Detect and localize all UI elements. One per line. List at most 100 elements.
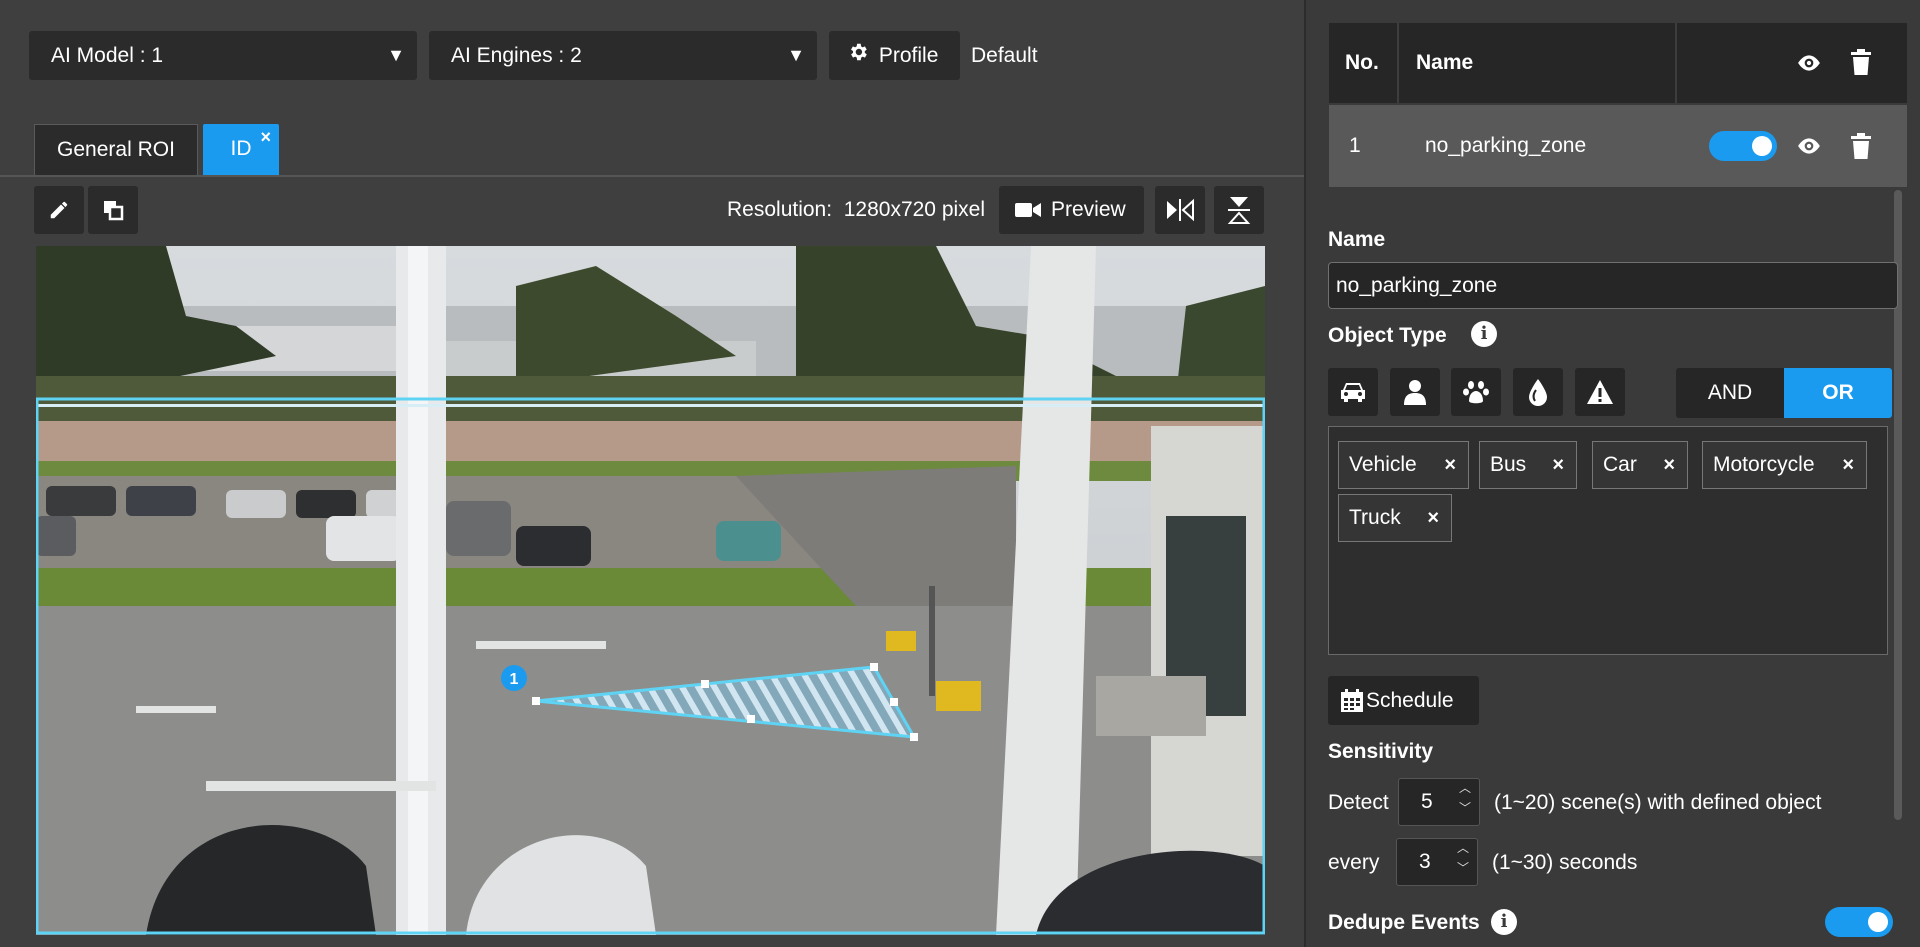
every-stepper[interactable]: 3 ︿ ﹀ [1396, 838, 1478, 886]
tab-id-label: ID [230, 137, 252, 160]
chevron-down-icon[interactable]: ﹀ [1457, 845, 1469, 891]
logic-or-label: OR [1822, 381, 1854, 404]
object-person-button[interactable] [1390, 368, 1440, 416]
row-no: 1 [1349, 134, 1361, 157]
detect-value: 5 [1421, 790, 1433, 813]
roi-table-header: No. Name [1329, 23, 1907, 103]
flip-vertical-icon [1227, 197, 1251, 224]
roi-vertex-handle[interactable] [532, 697, 540, 705]
sensitivity-label: Sensitivity [1328, 740, 1434, 763]
close-icon[interactable]: × [260, 113, 271, 162]
roi-midpoint-handle[interactable] [747, 715, 755, 723]
flip-vertical-button[interactable] [1214, 186, 1264, 234]
roi-vertex-handle[interactable] [910, 733, 918, 741]
roi-name-input[interactable] [1328, 262, 1898, 309]
vehicle-icon [1341, 383, 1365, 402]
logic-or-button[interactable]: OR [1784, 368, 1892, 418]
warning-icon [1587, 380, 1613, 404]
remove-chip-icon[interactable]: × [1842, 442, 1854, 488]
draw-pencil-button[interactable] [34, 186, 84, 234]
chip-label: Motorcycle [1713, 453, 1815, 476]
remove-chip-icon[interactable]: × [1552, 442, 1564, 488]
every-value: 3 [1419, 850, 1431, 873]
preview-button[interactable]: Preview [999, 186, 1144, 234]
column-divider [1675, 23, 1677, 103]
eye-icon[interactable] [1796, 133, 1822, 164]
chip-label: Vehicle [1349, 453, 1417, 476]
dedupe-events-toggle[interactable] [1825, 907, 1893, 937]
logic-and-button[interactable]: AND [1676, 368, 1784, 418]
profile-value: Default [971, 44, 1038, 67]
chip-label: Car [1603, 453, 1637, 476]
roi-settings-panel: No. Name 1 no_parking_zone Name no_parki… [1304, 0, 1920, 947]
camera-view[interactable]: 1 [36, 246, 1265, 935]
chip-label: Bus [1490, 453, 1527, 476]
copy-icon [104, 201, 124, 221]
col-name-header: Name [1416, 51, 1474, 74]
roi-overlay[interactable]: 1 [36, 246, 1265, 935]
roi-midpoint-handle[interactable] [890, 698, 898, 706]
object-liquid-button[interactable] [1513, 368, 1563, 416]
tab-general-roi-label: General ROI [57, 138, 175, 161]
schedule-button[interactable]: Schedule [1328, 676, 1479, 725]
id-roi-polygon[interactable] [535, 665, 917, 739]
copy-roi-button[interactable] [88, 186, 138, 234]
resolution-value: 1280x720 pixel [843, 198, 986, 221]
liquid-icon [1529, 379, 1547, 406]
detect-stepper[interactable]: 5 ︿ ﹀ [1398, 778, 1480, 826]
ai-model-dropdown[interactable]: AI Model : 1 ▼ [29, 31, 417, 80]
chip-motorcycle: Motorcycle × [1702, 441, 1867, 489]
delete-all-trash-icon[interactable] [1849, 48, 1873, 81]
row-enable-toggle[interactable] [1709, 131, 1777, 161]
animal-icon [1463, 381, 1489, 404]
object-warning-button[interactable] [1575, 368, 1625, 416]
object-type-label: Object Type [1328, 324, 1447, 347]
caret-down-icon: ▼ [387, 45, 405, 65]
flip-horizontal-icon [1167, 198, 1194, 222]
schedule-label: Schedule [1366, 689, 1454, 712]
trash-icon[interactable] [1849, 132, 1873, 165]
ai-engines-dropdown[interactable]: AI Engines : 2 ▼ [429, 31, 817, 80]
person-icon [1404, 380, 1426, 405]
tab-id[interactable]: ID × [203, 124, 279, 175]
detect-range-text: (1~20) scene(s) with defined object [1494, 791, 1822, 814]
chip-vehicle: Vehicle × [1338, 441, 1469, 489]
show-all-eye-icon[interactable] [1796, 50, 1822, 81]
roi-vertex-handle[interactable] [870, 663, 878, 671]
name-label: Name [1328, 228, 1386, 251]
info-icon[interactable]: i [1491, 909, 1517, 935]
logic-and-label: AND [1707, 381, 1753, 404]
detect-label: Detect [1328, 791, 1389, 814]
profile-button[interactable]: Profile [829, 31, 960, 80]
flip-horizontal-button[interactable] [1155, 186, 1205, 234]
chip-bus: Bus × [1479, 441, 1577, 489]
profile-label: Profile [878, 44, 939, 67]
object-vehicle-button[interactable] [1328, 368, 1378, 416]
chip-car: Car × [1592, 441, 1688, 489]
gear-icon [847, 32, 873, 81]
ai-engines-label: AI Engines : 2 [451, 44, 582, 67]
dedupe-events-label: Dedupe Events [1328, 911, 1480, 934]
object-animal-button[interactable] [1451, 368, 1501, 416]
remove-chip-icon[interactable]: × [1427, 495, 1439, 541]
chip-label: Truck [1349, 506, 1401, 529]
every-label: every [1328, 851, 1380, 874]
remove-chip-icon[interactable]: × [1444, 442, 1456, 488]
caret-down-icon: ▼ [787, 45, 805, 65]
calendar-icon [1341, 689, 1363, 713]
info-icon[interactable]: i [1471, 321, 1497, 347]
every-range-text: (1~30) seconds [1492, 851, 1638, 874]
column-divider [1397, 23, 1399, 103]
ai-model-label: AI Model : 1 [51, 44, 164, 67]
pencil-icon [50, 201, 68, 219]
object-chip-list[interactable]: Vehicle × Bus × Car × Motorcycle × Truck × [1328, 426, 1888, 655]
roi-midpoint-handle[interactable] [701, 680, 709, 688]
preview-label: Preview [1051, 198, 1126, 221]
roi-editor-panel: AI Model : 1 ▼ AI Engines : 2 ▼ Profile … [0, 0, 1304, 947]
tab-general-roi[interactable]: General ROI [34, 124, 198, 175]
table-row[interactable]: 1 no_parking_zone [1329, 105, 1907, 187]
roi-marker-number: 1 [510, 671, 519, 688]
remove-chip-icon[interactable]: × [1663, 442, 1675, 488]
resolution-label: Resolution: [727, 198, 833, 221]
chip-truck: Truck × [1338, 494, 1452, 542]
